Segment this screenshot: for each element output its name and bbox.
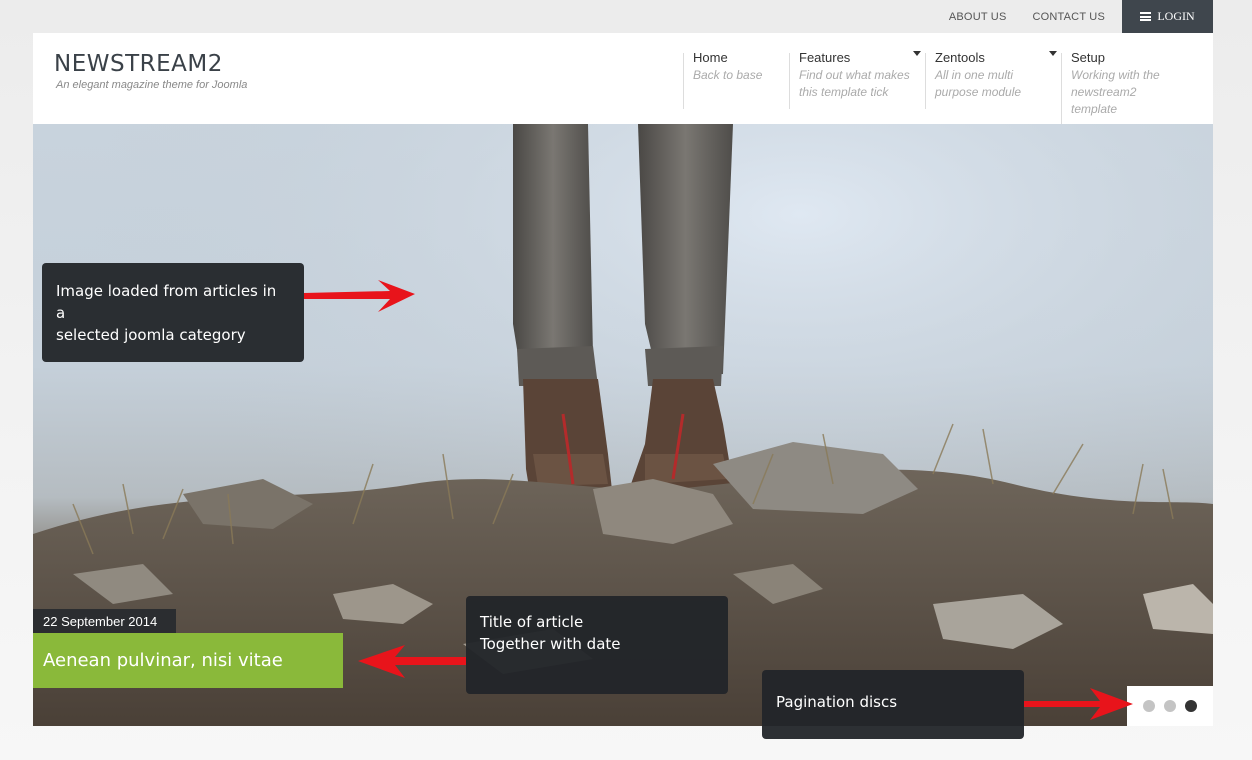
pagination-discs	[1127, 686, 1213, 726]
main-nav: Home Back to base Features Find out what…	[683, 33, 1192, 129]
nav-item-zentools[interactable]: Zentools All in one multi purpose module	[925, 50, 1061, 109]
nav-item-desc: Find out what makes this template tick	[799, 67, 916, 101]
nav-desc-line: Working with the	[1071, 68, 1160, 82]
nav-desc-line: template	[1071, 102, 1118, 116]
nav-item-desc: All in one multi purpose module	[935, 67, 1052, 101]
nav-item-features[interactable]: Features Find out what makes this templa…	[789, 50, 925, 109]
contact-us-link[interactable]: CONTACT US	[1020, 0, 1119, 33]
nav-item-label: Home	[693, 50, 728, 65]
nav-item-desc: Back to base	[693, 67, 780, 84]
top-utility-bar: ABOUT US CONTACT US LOGIN	[33, 0, 1213, 33]
nav-desc-line: All in one multi	[935, 68, 1014, 82]
nav-desc-line: newstream2	[1071, 85, 1137, 99]
callout-title-note: Title of article Together with date	[466, 596, 728, 694]
nav-item-label: Setup	[1071, 50, 1105, 65]
callout-line: selected joomla category	[56, 325, 246, 344]
site-header: NEWSTREAM2 An elegant magazine theme for…	[33, 33, 1213, 130]
nav-item-setup[interactable]: Setup Working with the newstream2 templa…	[1061, 50, 1192, 129]
site-tagline: An elegant magazine theme for Joomla	[56, 79, 248, 91]
nav-item-desc: Working with the newstream2 template	[1071, 67, 1183, 118]
pagination-disc-2[interactable]	[1164, 700, 1176, 712]
top-links: ABOUT US CONTACT US LOGIN	[936, 0, 1213, 33]
site-title[interactable]: NEWSTREAM2	[54, 51, 223, 77]
menu-icon	[1140, 12, 1152, 21]
callout-image-note: Image loaded from articles in a selected…	[42, 263, 304, 362]
nav-desc-line: Find out what makes	[799, 68, 910, 82]
nav-desc-line: this template tick	[799, 85, 889, 99]
caret-down-icon	[1049, 51, 1057, 56]
nav-item-home[interactable]: Home Back to base	[683, 50, 789, 109]
callout-pagination-note: Pagination discs	[762, 670, 1024, 739]
pagination-disc-3[interactable]	[1185, 700, 1197, 712]
caret-down-icon	[913, 51, 921, 56]
about-us-link[interactable]: ABOUT US	[936, 0, 1020, 33]
callout-line: Image loaded from articles in a	[56, 281, 277, 322]
nav-desc-line: Back to base	[693, 68, 763, 82]
slide-title[interactable]: Aenean pulvinar, nisi vitae	[33, 633, 343, 688]
login-label: LOGIN	[1157, 9, 1195, 23]
slide-date: 22 September 2014	[33, 609, 177, 634]
nav-item-label: Features	[799, 50, 851, 65]
callout-line: Together with date	[480, 635, 621, 653]
nav-desc-line: purpose module	[935, 85, 1022, 99]
page: ABOUT US CONTACT US LOGIN NEWSTREAM2 An …	[0, 0, 1252, 760]
callout-line: Pagination discs	[776, 692, 898, 711]
login-button[interactable]: LOGIN	[1122, 0, 1213, 33]
pagination-disc-1[interactable]	[1143, 700, 1155, 712]
nav-item-label: Zentools	[935, 50, 985, 65]
callout-line: Title of article	[480, 613, 584, 631]
